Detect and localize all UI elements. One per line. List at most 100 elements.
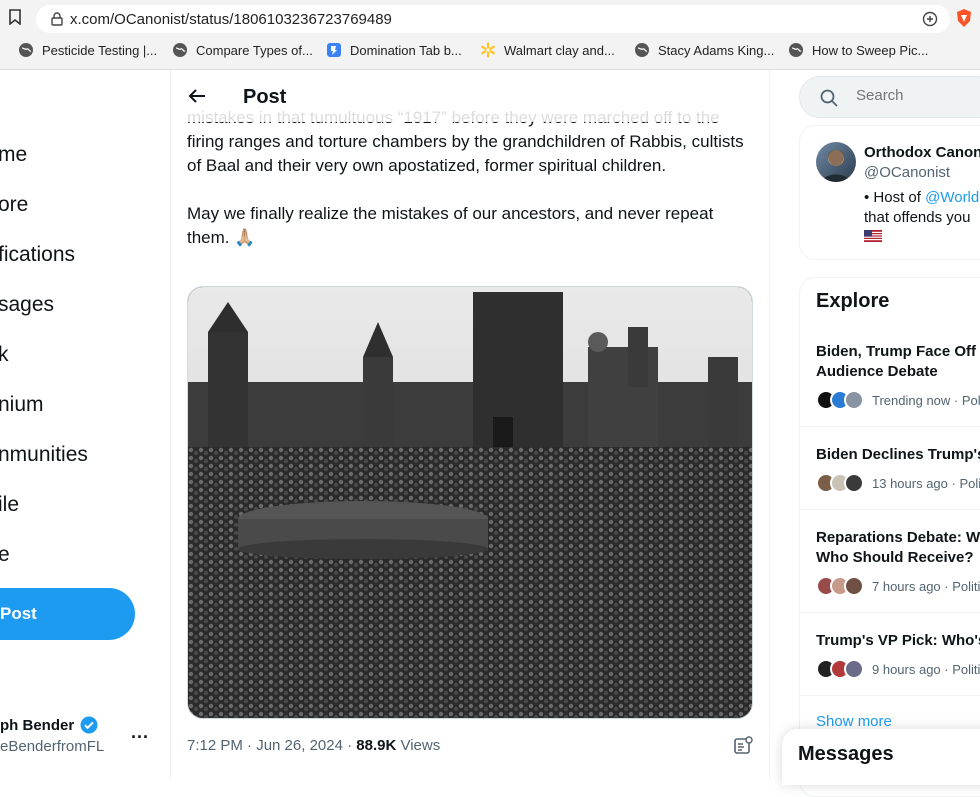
trend-avatars xyxy=(816,473,864,493)
post-body: mistakes in that tumultuous “1917” befor… xyxy=(187,106,757,274)
avatar xyxy=(844,473,864,493)
post-meta: 7:12 PM · Jun 26, 2024 · 88.9K Views xyxy=(187,737,440,754)
avatar xyxy=(844,659,864,679)
zoom-icon[interactable] xyxy=(922,11,938,27)
avatar xyxy=(844,576,864,596)
trend-avatars xyxy=(816,390,864,410)
bookmark-item[interactable]: Pesticide Testing |... xyxy=(18,42,157,58)
globe-icon xyxy=(789,43,803,57)
app-icon xyxy=(327,43,341,57)
bookmark-item[interactable]: How to Sweep Pic... xyxy=(788,42,928,58)
search-input[interactable] xyxy=(856,87,980,104)
divider xyxy=(800,695,980,696)
trend-avatars xyxy=(816,576,864,596)
globe-icon xyxy=(173,43,187,57)
bookmark-item[interactable]: Compare Types of... xyxy=(172,42,313,58)
walmart-spark-icon xyxy=(481,42,495,58)
nav-item-messages[interactable]: sages xyxy=(0,293,54,317)
profile-name[interactable]: Orthodox Canon xyxy=(864,144,980,161)
bookmark-label: Compare Types of... xyxy=(196,42,313,58)
profile-card[interactable]: Orthodox Canon @OCanonist • Host of @Wor… xyxy=(799,125,980,260)
account-menu-icon[interactable]: ... xyxy=(131,722,149,743)
globe-icon xyxy=(19,43,33,57)
globe-icon xyxy=(635,43,649,57)
back-arrow-icon[interactable] xyxy=(187,86,207,106)
explore-panel: Explore Biden, Trump Face Off Audience D… xyxy=(799,277,980,797)
account-name[interactable]: ph Bender xyxy=(0,716,98,734)
analytics-icon[interactable] xyxy=(733,736,753,756)
trend-meta-text: Trending now · Poli xyxy=(872,392,980,408)
messages-drawer[interactable]: Messages xyxy=(782,729,980,785)
bookmarks-bar: Pesticide Testing |... Compare Types of.… xyxy=(0,40,980,64)
trend-title: Reparations Debate: W xyxy=(816,529,980,546)
bookmark-label: Domination Tab b... xyxy=(350,42,462,58)
us-flag-icon xyxy=(864,230,882,242)
post-photo[interactable] xyxy=(187,286,753,719)
bio-link[interactable]: @World xyxy=(925,189,979,206)
profile-handle: @OCanonist xyxy=(864,164,951,181)
nav-item-premium[interactable]: nium xyxy=(0,393,44,417)
avatar-image xyxy=(822,150,850,182)
bookmark-icon[interactable] xyxy=(8,9,22,25)
account-name-text: ph Bender xyxy=(0,716,75,734)
trend-title: Biden Declines Trump's xyxy=(816,446,980,463)
trend-meta: 7 hours ago · Politi xyxy=(816,576,980,596)
post-timestamp[interactable]: 7:12 PM · Jun 26, 2024 · xyxy=(187,737,356,754)
views-label: Views xyxy=(396,737,441,754)
bookmark-item[interactable]: Walmart clay and... xyxy=(480,42,615,58)
bookmark-item[interactable]: Domination Tab b... xyxy=(326,42,462,58)
nav-item-profile[interactable]: ile xyxy=(0,493,19,517)
explore-title: Explore xyxy=(816,290,890,312)
nav-item-communities[interactable]: nmunities xyxy=(0,443,88,467)
brave-icon[interactable] xyxy=(955,8,973,28)
nav-item-notifications[interactable]: fications xyxy=(0,243,75,267)
nav-item-grok[interactable]: k xyxy=(0,343,9,367)
trend-title: Audience Debate xyxy=(816,363,938,380)
avatar xyxy=(844,390,864,410)
bookmark-item[interactable]: Stacy Adams King... xyxy=(634,42,774,58)
verified-badge-icon xyxy=(80,716,98,734)
trend-item[interactable]: Trump's VP Pick: Who's 9 hours ago · Pol… xyxy=(816,631,980,679)
trend-item[interactable]: Reparations Debate: W Who Should Receive… xyxy=(816,528,980,596)
post-paragraph: May we finally realize the mistakes of o… xyxy=(187,204,714,247)
account-handle: eBenderfromFL xyxy=(0,738,105,755)
url-text[interactable]: x.com/OCanonist/status/18061032367237694… xyxy=(70,11,392,28)
post-column: Post mistakes in that tumultuous “1917” … xyxy=(170,70,770,780)
show-more-link[interactable]: Show more xyxy=(816,713,892,730)
trend-meta: Trending now · Poli xyxy=(816,390,980,410)
bio-text: that offends you xyxy=(864,209,971,226)
bookmark-label: Stacy Adams King... xyxy=(658,42,775,58)
trend-item[interactable]: Biden Declines Trump's 13 hours ago · Po… xyxy=(816,445,980,493)
right-sidebar: Orthodox Canon @OCanonist • Host of @Wor… xyxy=(770,70,980,797)
trend-title: Biden, Trump Face Off xyxy=(816,343,977,360)
trend-meta-text: 9 hours ago · Politi xyxy=(872,661,980,677)
views-count: 88.9K xyxy=(356,737,397,754)
nav-item-home[interactable]: me xyxy=(0,143,27,167)
divider xyxy=(800,509,980,510)
search-box[interactable] xyxy=(799,76,980,118)
avatar[interactable] xyxy=(816,142,856,182)
nav-item-explore[interactable]: ore xyxy=(0,193,28,217)
profile-bio: • Host of @World that offends you xyxy=(864,188,979,228)
messages-label: Messages xyxy=(798,743,894,765)
browser-chrome: x.com/OCanonist/status/18061032367237694… xyxy=(0,0,980,70)
divider xyxy=(800,426,980,427)
post-header: Post xyxy=(171,70,769,122)
bio-text: • Host of xyxy=(864,189,926,206)
bookmark-label: Pesticide Testing |... xyxy=(42,42,158,58)
trend-avatars xyxy=(816,659,864,679)
site-info-icon[interactable] xyxy=(50,12,64,26)
page-title: Post xyxy=(243,86,287,108)
trend-meta-text: 7 hours ago · Politi xyxy=(872,578,980,594)
divider xyxy=(800,612,980,613)
trend-title: Who Should Receive? xyxy=(816,549,974,566)
post-button[interactable]: Post xyxy=(0,588,135,640)
nav-item-more[interactable]: e xyxy=(0,543,10,567)
historical-crowd-photo xyxy=(188,287,752,718)
trend-meta: 13 hours ago · Politi xyxy=(816,473,980,493)
trend-meta: 9 hours ago · Politi xyxy=(816,659,980,679)
url-bar[interactable]: x.com/OCanonist/status/18061032367237694… xyxy=(36,5,950,33)
bookmark-label: Walmart clay and... xyxy=(504,42,615,58)
trend-item[interactable]: Biden, Trump Face Off Audience Debate Tr… xyxy=(816,342,980,410)
address-row: x.com/OCanonist/status/18061032367237694… xyxy=(0,0,980,38)
